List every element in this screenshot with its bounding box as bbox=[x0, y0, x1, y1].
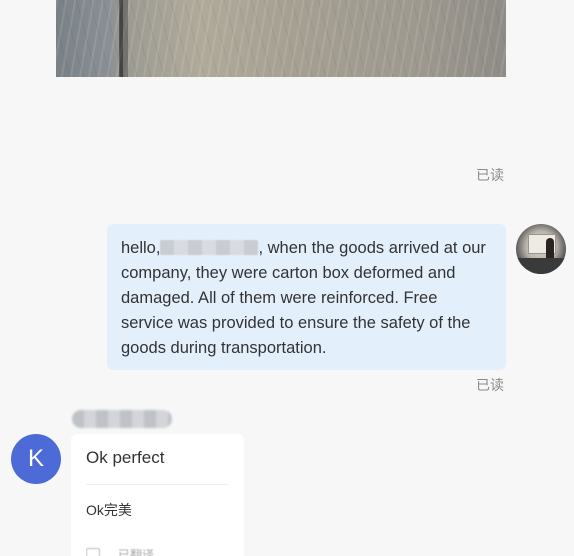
contact-avatar-initial: K bbox=[27, 445, 44, 472]
incoming-translation-text: Ok完美 bbox=[86, 502, 132, 518]
redacted-name bbox=[160, 240, 259, 255]
contact-avatar[interactable]: K bbox=[11, 434, 61, 484]
translation-footer: …已翻译 bbox=[86, 540, 216, 556]
avatar-desk bbox=[516, 258, 566, 274]
incoming-message-bubble[interactable]: Ok perfect Ok完美 …已翻译 bbox=[71, 434, 244, 556]
outgoing-text-greeting: hello, bbox=[121, 239, 161, 257]
shared-photo[interactable] bbox=[56, 0, 506, 77]
outgoing-message-bubble[interactable]: hello,, when the goods arrived at our co… bbox=[107, 224, 506, 370]
translation-footer-text: …已翻译 bbox=[106, 548, 155, 556]
photo-pallet-edge bbox=[120, 0, 128, 77]
read-status-photo: 已读 bbox=[476, 167, 504, 183]
sender-name-redacted bbox=[72, 410, 172, 428]
translation-divider bbox=[86, 484, 229, 485]
translate-icon bbox=[86, 548, 100, 556]
my-avatar[interactable] bbox=[516, 224, 566, 274]
read-status-outgoing: 已读 bbox=[476, 377, 504, 393]
incoming-message-text: Ok perfect bbox=[86, 448, 165, 467]
outgoing-text-body: , when the goods arrived at our company,… bbox=[121, 239, 486, 357]
avatar-person bbox=[546, 238, 554, 260]
